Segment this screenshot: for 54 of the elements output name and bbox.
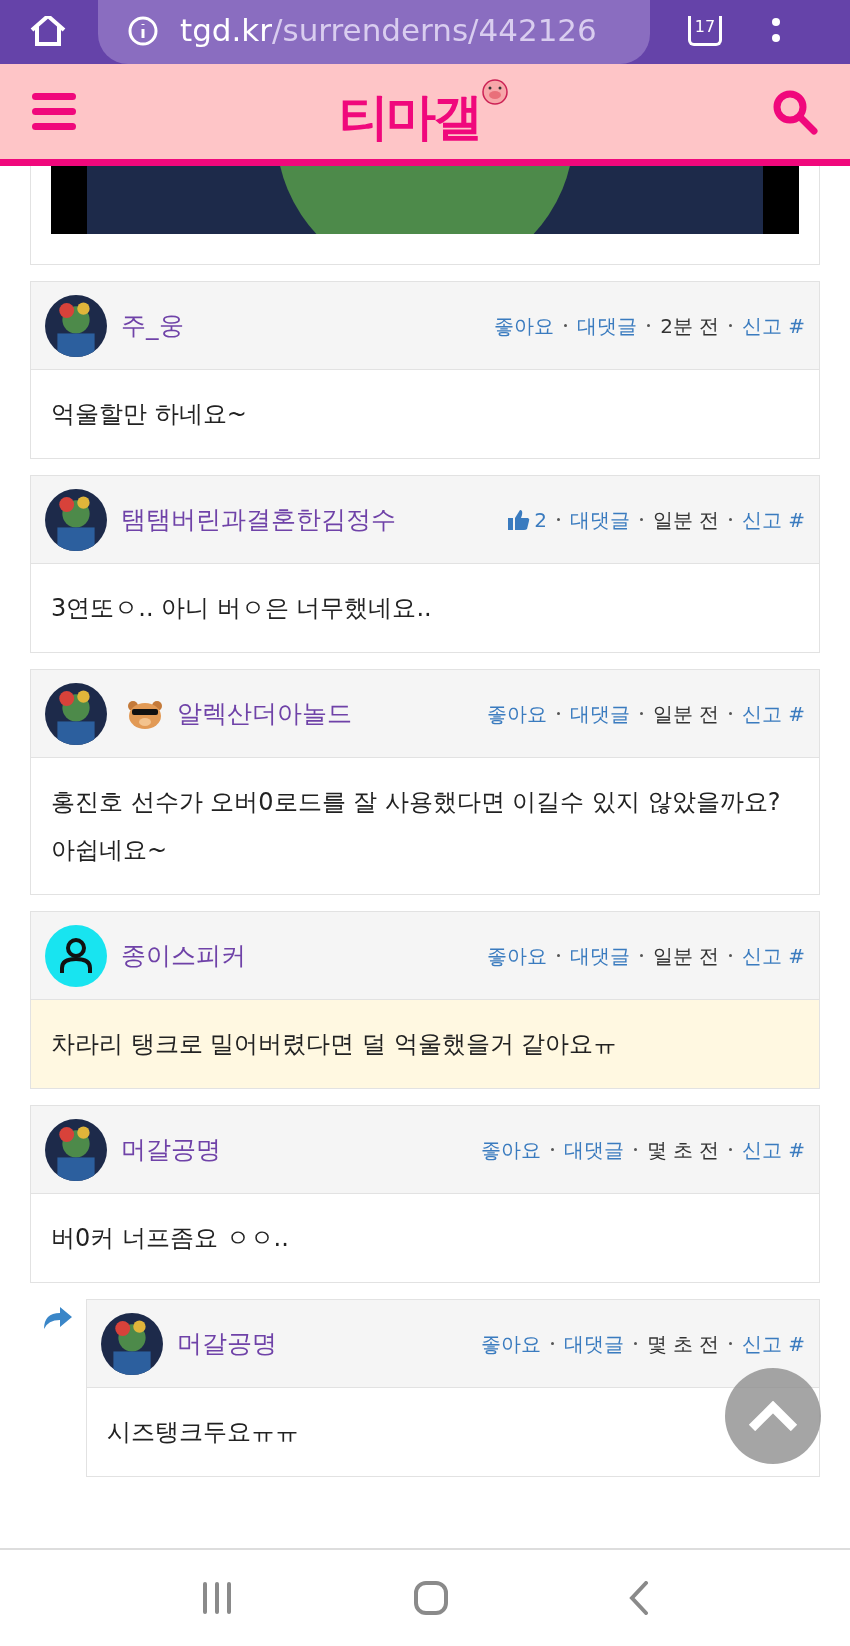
author-name[interactable]: 종이스피커 <box>121 936 246 975</box>
back-icon[interactable] <box>629 1581 650 1615</box>
like-count[interactable]: 2 <box>508 504 547 535</box>
report-link[interactable]: 신고 <box>742 940 783 971</box>
anchor-link[interactable]: # <box>788 698 805 729</box>
menu-icon[interactable] <box>32 92 76 131</box>
anchor-link[interactable]: # <box>788 1328 805 1359</box>
report-link[interactable]: 신고 <box>742 310 783 341</box>
reply-link[interactable]: 대댓글 <box>563 1134 624 1165</box>
anchor-link[interactable]: # <box>788 310 805 341</box>
comment-time: 일분 전 <box>652 700 720 728</box>
anchor-link[interactable]: # <box>788 504 805 535</box>
url-host: tgd.kr <box>180 15 273 46</box>
report-link[interactable]: 신고 <box>742 698 783 729</box>
like-link[interactable]: 좋아요 <box>486 940 547 971</box>
thumbs-up-icon <box>508 509 531 530</box>
search-icon[interactable] <box>772 88 818 135</box>
reply-link[interactable]: 대댓글 <box>563 1328 624 1359</box>
like-link[interactable]: 좋아요 <box>486 698 547 729</box>
site-logo[interactable]: 티마갤 <box>338 86 480 147</box>
pig-icon <box>479 76 510 107</box>
comment-time: 2분 전 <box>660 312 720 340</box>
tab-count[interactable]: 17 <box>688 16 722 46</box>
comment-time: 몇 초 전 <box>646 1136 720 1164</box>
author-name[interactable]: 주_웅 <box>121 306 184 345</box>
report-link[interactable]: 신고 <box>742 1328 783 1359</box>
recent-apps-icon[interactable] <box>200 1582 233 1614</box>
reply-link[interactable]: 대댓글 <box>569 504 630 535</box>
like-link[interactable]: 좋아요 <box>494 310 555 341</box>
anchor-link[interactable]: # <box>788 940 805 971</box>
url-path: /surrenderns/442126 <box>272 15 597 46</box>
author-name[interactable]: 머갈공명 <box>177 1324 277 1363</box>
reply-arrow-icon <box>44 1305 72 1329</box>
chevron-up-icon <box>748 1401 798 1431</box>
author-name[interactable]: 탬탬버린과결혼한김정수 <box>121 500 396 539</box>
report-link[interactable]: 신고 <box>742 504 783 535</box>
url-field[interactable]: tgd.kr/surrenderns/442126 <box>98 0 650 64</box>
anchor-link[interactable]: # <box>788 1134 805 1165</box>
comment-time: 일분 전 <box>652 942 720 970</box>
like-link[interactable]: 좋아요 <box>480 1134 541 1165</box>
comment-body: 차라리 탱크로 밀어버렸다면 덜 억울했을거 같아요ㅠ <box>31 1000 819 1088</box>
user-icon <box>58 936 94 975</box>
home-button-icon[interactable] <box>414 1581 448 1615</box>
reply-link[interactable]: 대댓글 <box>569 698 630 729</box>
author-name[interactable]: 알렉산더아놀드 <box>177 694 352 733</box>
home-icon[interactable] <box>28 16 68 46</box>
reply-link[interactable]: 대댓글 <box>577 310 638 341</box>
comment-time: 몇 초 전 <box>646 1330 720 1358</box>
reply-link[interactable]: 대댓글 <box>569 940 630 971</box>
info-icon[interactable] <box>128 16 158 46</box>
like-link[interactable]: 좋아요 <box>480 1328 541 1359</box>
comment-time: 일분 전 <box>652 506 720 534</box>
report-link[interactable]: 신고 <box>742 1134 783 1165</box>
author-name[interactable]: 머갈공명 <box>121 1130 221 1169</box>
